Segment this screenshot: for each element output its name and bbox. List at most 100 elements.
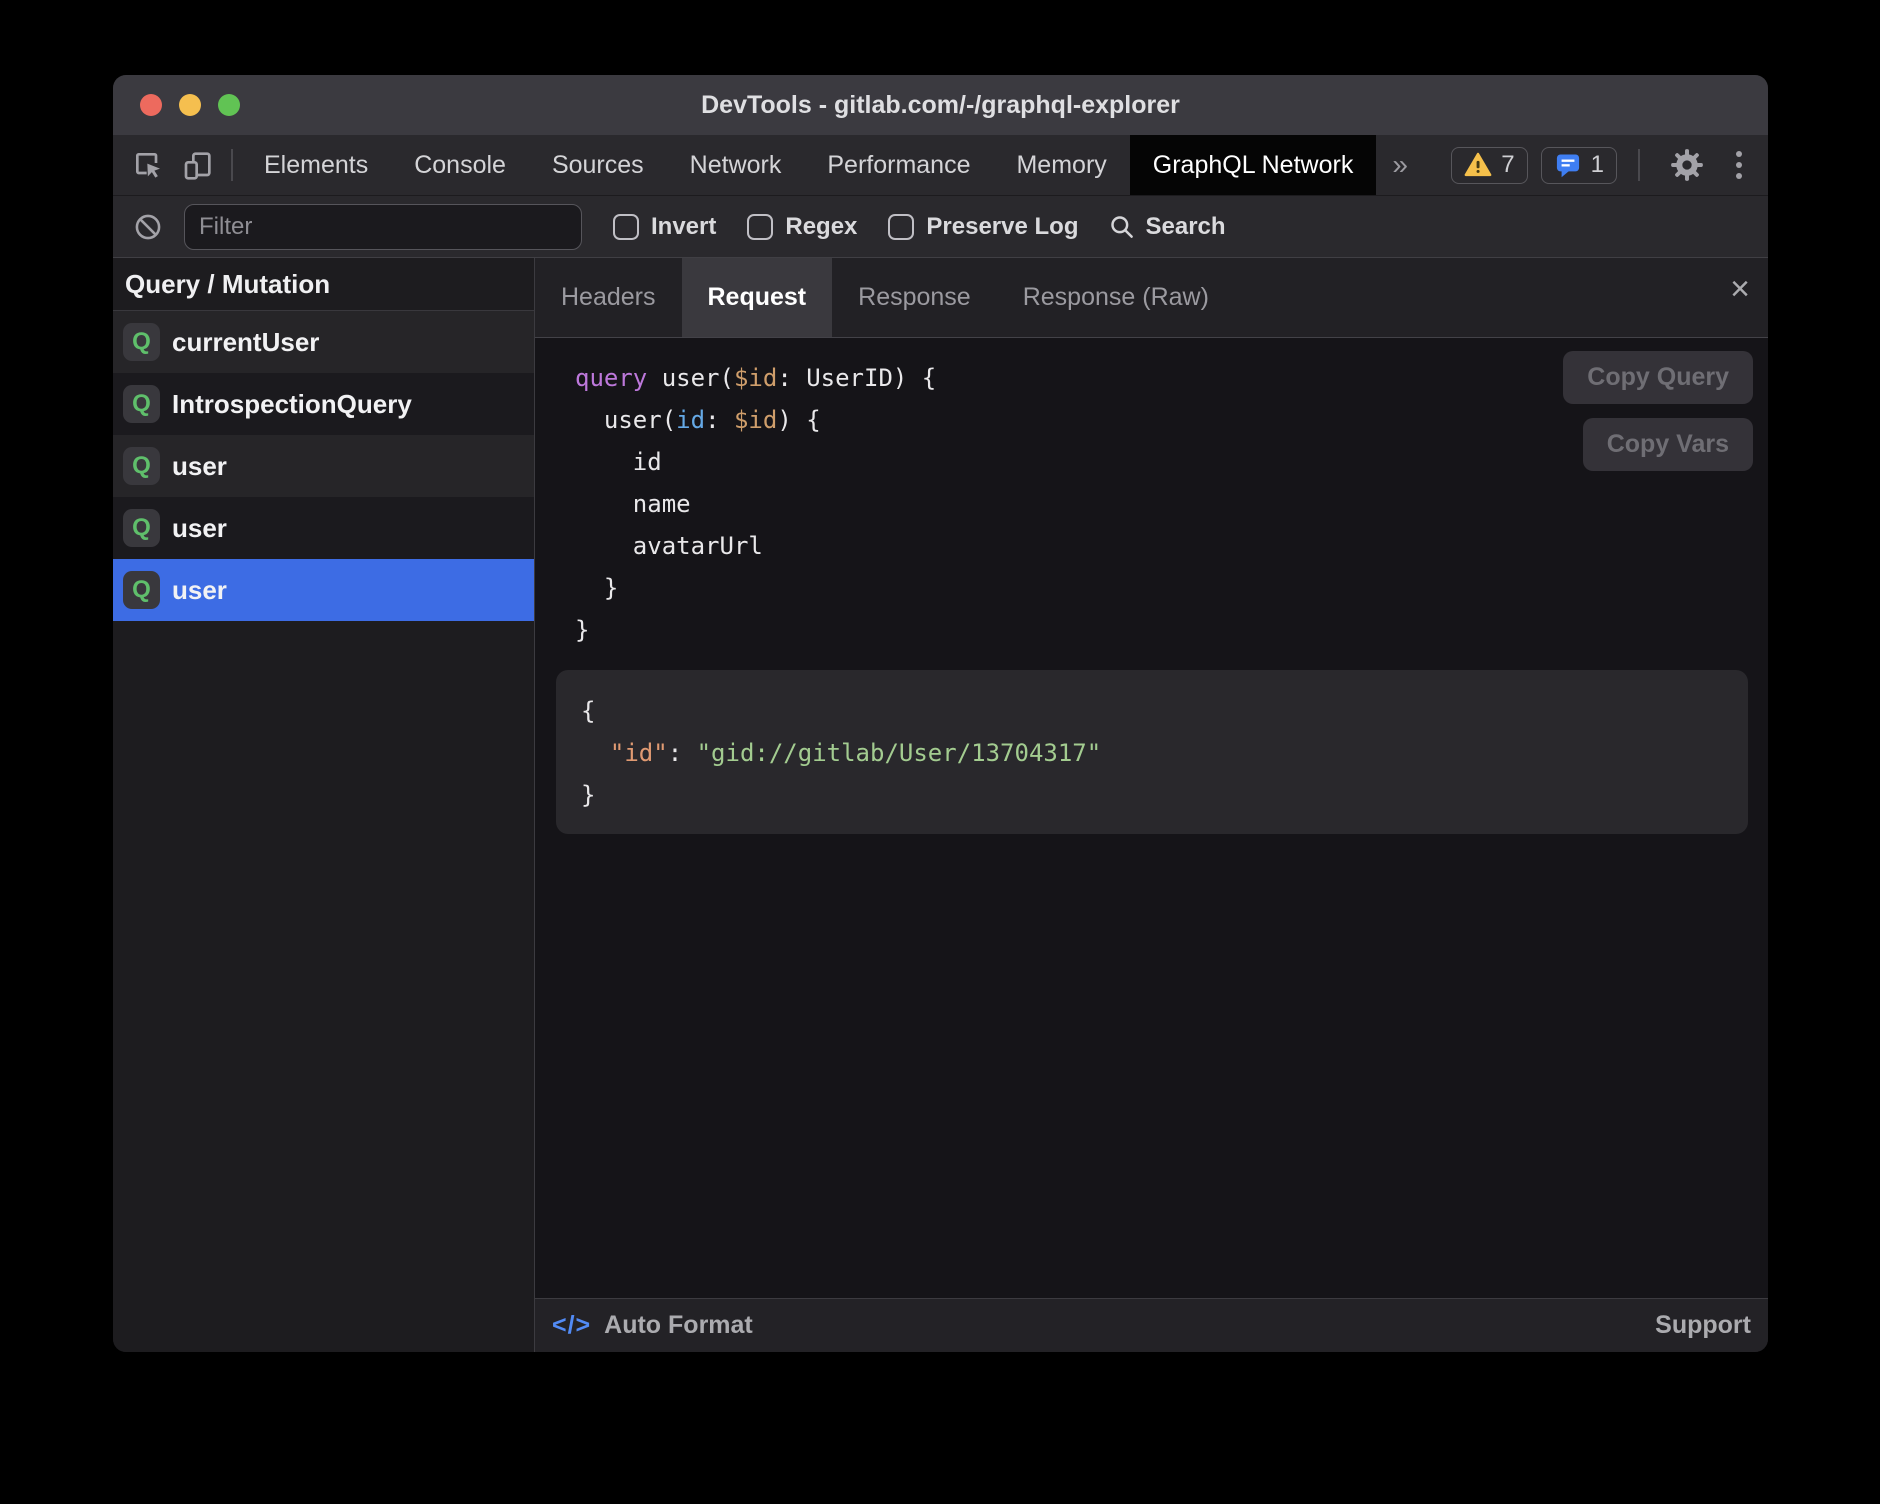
preserve-log-checkbox-group: Preserve Log bbox=[888, 213, 1078, 241]
code-line: avatarUrl bbox=[535, 525, 1768, 567]
invert-checkbox[interactable] bbox=[613, 214, 639, 240]
query-type-badge: Q bbox=[123, 571, 160, 609]
inspect-cursor-icon bbox=[132, 149, 164, 181]
auto-format-button[interactable]: Auto Format bbox=[604, 1311, 753, 1340]
list-item-label: user bbox=[172, 513, 227, 544]
list-item-currentUser[interactable]: Q currentUser bbox=[113, 311, 534, 373]
code-line: "id": "gid://gitlab/User/13704317" bbox=[581, 732, 1728, 774]
query-type-badge: Q bbox=[123, 323, 160, 361]
code-format-icon: </> bbox=[552, 1311, 591, 1340]
tab-elements[interactable]: Elements bbox=[241, 135, 391, 195]
traffic-lights bbox=[140, 94, 240, 116]
body: Query / Mutation Q currentUser Q Introsp… bbox=[113, 258, 1768, 1352]
minimize-window-button[interactable] bbox=[179, 94, 201, 116]
detail-pane: Headers Request Response Response (Raw) … bbox=[535, 258, 1768, 1352]
list-item-user-2[interactable]: Q user bbox=[113, 497, 534, 559]
preserve-log-label[interactable]: Preserve Log bbox=[926, 213, 1078, 241]
query-list-panel: Query / Mutation Q currentUser Q Introsp… bbox=[113, 258, 535, 1352]
request-content: Copy Query Copy Vars query user($id: Use… bbox=[535, 338, 1768, 1298]
code-token: id bbox=[676, 406, 705, 434]
copy-buttons: Copy Query Copy Vars bbox=[1563, 351, 1753, 471]
query-type-badge: Q bbox=[123, 385, 160, 423]
copy-vars-button[interactable]: Copy Vars bbox=[1583, 418, 1753, 471]
regex-checkbox-group: Regex bbox=[747, 213, 857, 241]
code-token: } bbox=[575, 616, 589, 644]
code-token: } bbox=[581, 781, 595, 809]
filter-input[interactable] bbox=[184, 204, 582, 250]
list-item-user-3-selected[interactable]: Q user bbox=[113, 559, 534, 621]
invert-label[interactable]: Invert bbox=[651, 213, 716, 241]
code-token: id bbox=[575, 448, 662, 476]
code-line: name bbox=[535, 483, 1768, 525]
tab-network[interactable]: Network bbox=[667, 135, 805, 195]
tab-console[interactable]: Console bbox=[391, 135, 529, 195]
list-item-label: user bbox=[172, 451, 227, 482]
tab-response-raw[interactable]: Response (Raw) bbox=[997, 258, 1235, 337]
code-line: } bbox=[535, 609, 1768, 651]
tab-sources[interactable]: Sources bbox=[529, 135, 667, 195]
warnings-badge[interactable]: 7 bbox=[1451, 147, 1527, 184]
tab-memory[interactable]: Memory bbox=[993, 135, 1129, 195]
code-line: } bbox=[535, 567, 1768, 609]
code-token: avatarUrl bbox=[575, 532, 763, 560]
close-detail-button[interactable]: × bbox=[1730, 272, 1750, 306]
search-icon bbox=[1108, 213, 1135, 240]
close-window-button[interactable] bbox=[140, 94, 162, 116]
filter-bar: Invert Regex Preserve Log Search bbox=[113, 196, 1768, 258]
settings-button[interactable] bbox=[1661, 148, 1713, 182]
code-token bbox=[581, 739, 610, 767]
variables-block: { "id": "gid://gitlab/User/13704317" } bbox=[556, 670, 1748, 834]
code-token: } bbox=[575, 574, 618, 602]
message-icon bbox=[1554, 151, 1582, 179]
detail-footer: </> Auto Format Support bbox=[535, 1298, 1768, 1352]
query-type-badge: Q bbox=[123, 509, 160, 547]
code-token: ) { bbox=[777, 406, 820, 434]
block-icon bbox=[134, 213, 162, 241]
main-toolbar: Elements Console Sources Network Perform… bbox=[113, 135, 1768, 196]
tab-graphql-network[interactable]: GraphQL Network bbox=[1130, 135, 1377, 195]
list-item-label: currentUser bbox=[172, 327, 319, 358]
regex-checkbox[interactable] bbox=[747, 214, 773, 240]
tab-response[interactable]: Response bbox=[832, 258, 997, 337]
gear-icon bbox=[1670, 148, 1704, 182]
tab-performance[interactable]: Performance bbox=[804, 135, 993, 195]
code-token: : bbox=[668, 739, 697, 767]
list-item-user-1[interactable]: Q user bbox=[113, 435, 534, 497]
menu-button[interactable] bbox=[1726, 151, 1752, 179]
invert-checkbox-group: Invert bbox=[613, 213, 716, 241]
toolbar-divider bbox=[1638, 149, 1640, 181]
code-line: { bbox=[581, 690, 1728, 732]
devtools-window: DevTools - gitlab.com/-/graphql-explorer… bbox=[113, 75, 1768, 1352]
search-control[interactable]: Search bbox=[1108, 213, 1225, 241]
tab-headers[interactable]: Headers bbox=[535, 258, 682, 337]
list-item-label: user bbox=[172, 575, 227, 606]
code-token: $id bbox=[734, 364, 777, 392]
list-item-introspectionQuery[interactable]: Q IntrospectionQuery bbox=[113, 373, 534, 435]
code-token: "gid://gitlab/User/13704317" bbox=[697, 739, 1102, 767]
code-token: user( bbox=[575, 406, 676, 434]
support-link[interactable]: Support bbox=[1655, 1311, 1751, 1340]
inspect-element-button[interactable] bbox=[123, 135, 173, 195]
more-tabs-button[interactable]: » bbox=[1376, 135, 1424, 195]
copy-query-button[interactable]: Copy Query bbox=[1563, 351, 1753, 404]
regex-label[interactable]: Regex bbox=[785, 213, 857, 241]
kebab-icon bbox=[1736, 162, 1742, 168]
preserve-log-checkbox[interactable] bbox=[888, 214, 914, 240]
device-toolbar-icon bbox=[182, 149, 214, 181]
search-label: Search bbox=[1145, 213, 1225, 241]
detail-tabs: Headers Request Response Response (Raw) … bbox=[535, 258, 1768, 338]
issues-badge[interactable]: 1 bbox=[1541, 147, 1617, 184]
kebab-icon bbox=[1736, 151, 1742, 157]
kebab-icon bbox=[1736, 173, 1742, 179]
tab-request[interactable]: Request bbox=[682, 258, 833, 337]
code-token: : UserID) { bbox=[777, 364, 936, 392]
device-toolbar-button[interactable] bbox=[173, 135, 223, 195]
query-type-badge: Q bbox=[123, 447, 160, 485]
zoom-window-button[interactable] bbox=[218, 94, 240, 116]
list-item-label: IntrospectionQuery bbox=[172, 389, 412, 420]
clear-filter-button[interactable] bbox=[125, 213, 171, 241]
query-list-header: Query / Mutation bbox=[113, 258, 534, 311]
code-token: name bbox=[575, 490, 691, 518]
toolbar-right: 7 1 bbox=[1451, 135, 1768, 195]
code-token: "id" bbox=[610, 739, 668, 767]
